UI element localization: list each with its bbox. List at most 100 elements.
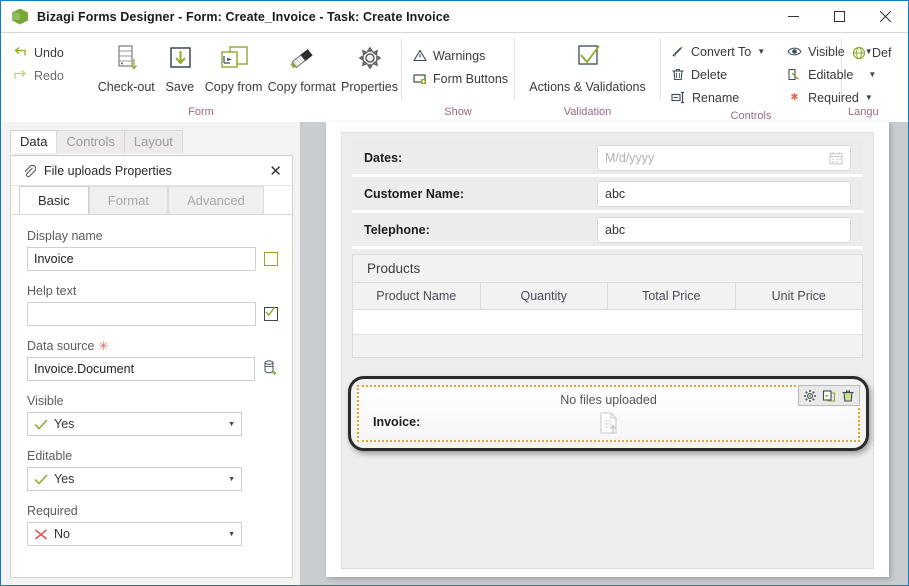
help-text-label: Help text [27,284,77,298]
copy-format-label: Copy format [267,80,336,94]
panel-tabstrip: Data Controls Layout [10,130,183,153]
data-source-input[interactable] [27,357,255,381]
ribbon-group-language-title: Langu [848,106,879,118]
products-grid-empty-row[interactable] [353,310,862,335]
trash-icon[interactable] [840,388,856,404]
form-buttons-button[interactable]: Form Buttons [409,67,514,90]
column-header-quantity[interactable]: Quantity [481,283,608,309]
copy-icon[interactable] [821,388,837,404]
chevron-down-icon[interactable]: ▼ [228,421,237,428]
customer-name-input[interactable]: abc [597,180,851,207]
required-select[interactable]: No ▼ [27,522,242,546]
file-upload-control[interactable]: Invoice: No files uploaded [357,385,860,442]
required-field-label: Required [27,504,78,518]
undo-label: Undo [34,45,64,60]
tab-layout[interactable]: Layout [123,130,183,153]
delete-button[interactable]: Delete [667,63,771,86]
copy-format-button[interactable]: Copy format [265,38,338,96]
title-bar: Bizagi Forms Designer - Form: Create_Inv… [1,1,908,32]
file-upload-control-selected[interactable]: Invoice: No files uploaded [348,376,869,451]
calendar-icon[interactable] [829,151,843,165]
editable-field-label: Editable [27,449,73,463]
application-window: Bizagi Forms Designer - Form: Create_Inv… [0,0,909,586]
subtab-basic[interactable]: Basic [19,186,89,214]
display-name-input[interactable] [27,247,256,271]
check-out-button[interactable]: Check-out [95,38,158,96]
eye-icon [787,47,802,56]
tab-controls[interactable]: Controls [56,130,125,153]
maximize-button[interactable] [816,1,862,32]
ribbon-group-show: Warnings Form Buttons Show [402,33,514,123]
save-button[interactable]: Save [158,38,202,96]
form-row-customer-name[interactable]: Customer Name: abc [352,177,863,213]
actions-validations-button[interactable]: Actions & Validations [522,38,653,96]
green-check-icon [34,418,48,430]
help-text-input[interactable] [27,302,256,326]
redo-arrow-icon [14,70,26,79]
checked-checkbox-icon[interactable] [264,307,278,321]
form-row-dates[interactable]: Dates: M/d/yyyy [352,141,863,177]
form-buttons-label: Form Buttons [433,71,509,86]
convert-to-label: Convert To [691,44,752,59]
visible-select-value: Yes [54,417,75,431]
rename-icon [671,91,684,104]
editable-pencil-icon [788,68,800,81]
convert-to-wand-icon [672,46,683,57]
visible-select[interactable]: Yes ▼ [27,412,242,436]
tab-data[interactable]: Data [10,130,58,153]
undo-arrow-icon [14,47,26,56]
left-panel: Data Controls Layout File uploads Proper… [2,122,301,585]
rename-button[interactable]: Rename [667,86,771,109]
properties-close-icon[interactable]: ✕ [269,162,282,180]
file-upload-dropzone[interactable]: No files uploaded [359,393,858,435]
close-button[interactable] [862,1,908,32]
ribbon-group-validation-title: Validation [563,106,612,118]
warnings-label: Warnings [433,48,486,63]
warnings-button[interactable]: Warnings [409,44,514,67]
gear-icon[interactable] [802,388,818,404]
data-source-label-text: Data source [27,339,95,353]
dates-input[interactable]: M/d/yyyy [597,144,851,171]
visible-field-label: Visible [27,394,64,408]
products-grid[interactable]: Products Product Name Quantity Total Pri… [352,254,863,358]
chevron-down-icon[interactable]: ▼ [228,531,237,538]
chevron-down-icon[interactable]: ▼ [757,47,765,56]
telephone-input[interactable]: abc [597,216,851,243]
form-row-telephone[interactable]: Telephone: abc [352,213,863,249]
editable-select[interactable]: Yes ▼ [27,467,242,491]
warning-triangle-icon [413,49,427,62]
control-mini-toolbar [798,385,860,406]
delete-label: Delete [691,67,728,82]
properties-button[interactable]: Properties [338,38,401,96]
check-out-icon [110,41,142,77]
properties-card: File uploads Properties ✕ Basic Format A… [10,155,293,578]
trash-icon [672,69,684,81]
convert-to-button[interactable]: Convert To ▼ [667,40,771,63]
ribbon: Undo Redo Check-out Save Copy from Copy … [1,32,908,122]
database-add-icon[interactable] [263,359,278,379]
telephone-label: Telephone: [364,222,430,237]
column-header-product-name[interactable]: Product Name [353,283,481,309]
green-check-icon [34,473,48,485]
subtab-advanced[interactable]: Advanced [167,186,264,214]
redo-button[interactable]: Redo [9,64,70,87]
chevron-down-icon[interactable]: ▼ [228,476,237,483]
ribbon-group-form-title: Form [188,106,214,118]
column-header-total-price[interactable]: Total Price [608,283,736,309]
red-x-icon [35,528,47,540]
ribbon-group-validation: Actions & Validations Validation [515,33,660,123]
empty-checkbox-icon[interactable] [264,252,278,266]
products-grid-footer-row[interactable] [353,335,862,357]
field-help-text: Help text [27,284,278,326]
column-header-unit-price[interactable]: Unit Price [736,283,863,309]
ribbon-group-controls-title: Controls [730,110,772,122]
file-upload-empty-message: No files uploaded [560,393,657,407]
paperclip-icon [24,164,36,177]
dates-label: Dates: [364,150,403,165]
subtab-format[interactable]: Format [88,186,168,214]
undo-button[interactable]: Undo [9,41,70,64]
field-display-name: Display name [27,229,278,271]
default-language-button[interactable]: Def [848,41,897,64]
minimize-button[interactable] [770,1,816,32]
copy-from-button[interactable]: Copy from [202,38,266,96]
